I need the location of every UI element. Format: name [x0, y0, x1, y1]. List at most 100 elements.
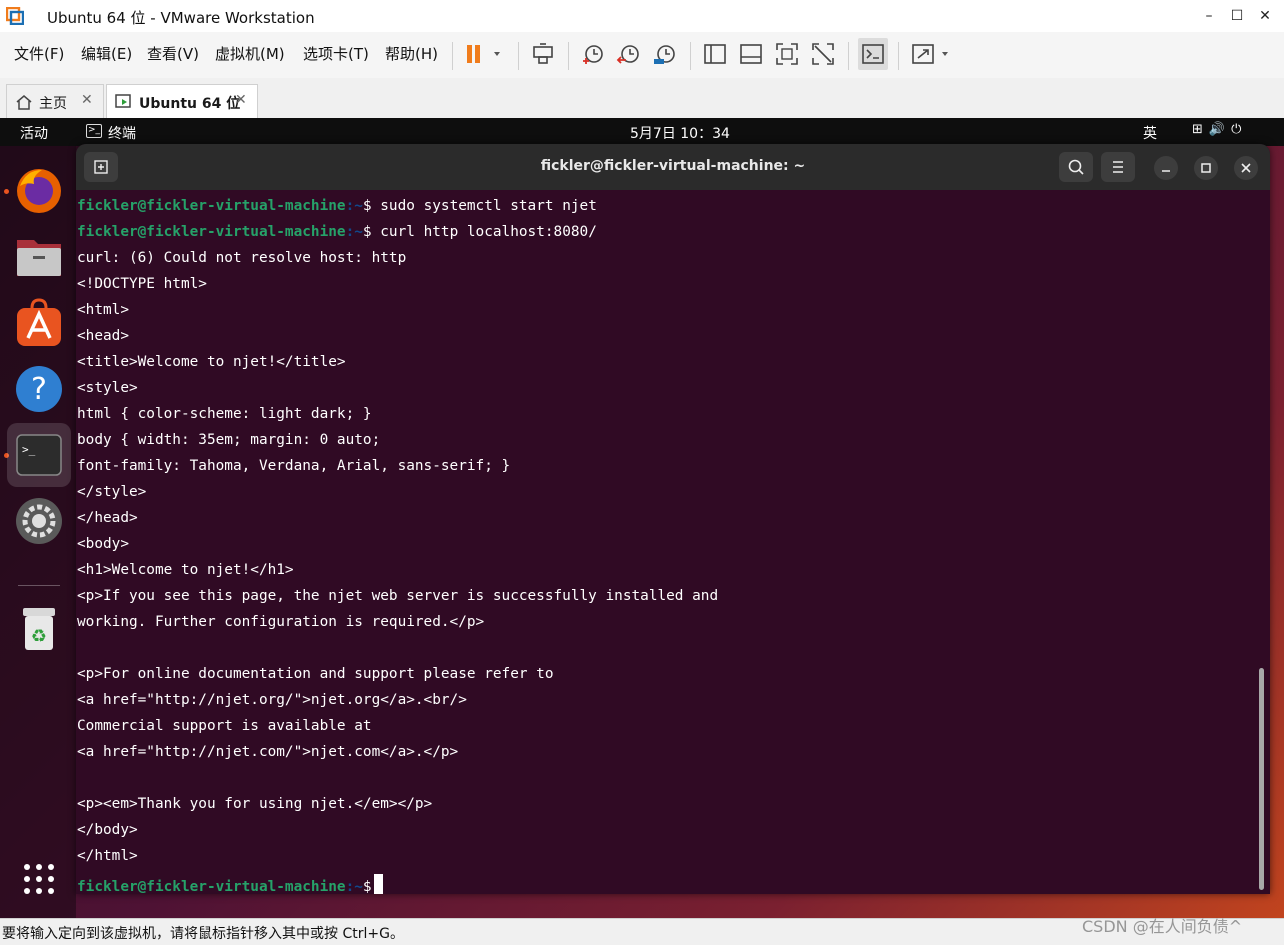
menu-edit[interactable]: 编辑(E)	[81, 43, 132, 64]
menu-vm[interactable]: 虚拟机(M)	[215, 43, 285, 64]
settings-icon[interactable]	[12, 494, 66, 548]
terminal-window[interactable]: fickler@fickler-virtual-machine: ~ fickl…	[76, 144, 1270, 894]
firefox-icon[interactable]	[12, 164, 66, 218]
tab-home-close-icon[interactable]: ✕	[81, 92, 93, 108]
prompt-path: :~	[345, 224, 363, 240]
vmware-logo-icon	[5, 6, 25, 26]
toolbar-divider	[452, 42, 453, 70]
command-text: curl http localhost:8080/	[371, 224, 597, 240]
prompt-path: :~	[345, 198, 363, 214]
dock-separator	[18, 585, 60, 586]
svg-text:>_: >_	[22, 443, 36, 456]
command-text: sudo systemctl start njet	[371, 198, 597, 214]
status-message: 要将输入定向到该虚拟机，请将鼠标指针移入其中或按 Ctrl+G。	[2, 926, 404, 942]
guest-display[interactable]: 活动 >_ 终端 5月7日 10：34 英 ⊞🔊⏻ ? >_ ♻ fickler…	[0, 118, 1284, 918]
output-line: </head>	[77, 510, 138, 526]
prompt-symbol: $	[362, 198, 372, 214]
active-app-label[interactable]: 终端	[108, 123, 136, 143]
show-library-icon[interactable]	[702, 41, 728, 67]
gnome-top-bar: 活动 >_ 终端 5月7日 10：34 英 ⊞🔊⏻	[0, 118, 1284, 146]
files-icon[interactable]	[12, 230, 66, 284]
prompt-user-host: fickler@fickler-virtual-machine	[77, 879, 346, 894]
output-line: <p>If you see this page, the njet web se…	[77, 588, 719, 604]
help-icon[interactable]: ?	[12, 362, 66, 416]
terminal-maximize-icon[interactable]	[1194, 156, 1218, 180]
clock[interactable]: 5月7日 10：34	[630, 123, 730, 143]
tab-ubuntu-label: Ubuntu 64 位	[139, 96, 241, 112]
output-line: <p><em>Thank you for using njet.</em></p…	[77, 796, 433, 812]
toolbar-divider	[690, 42, 691, 70]
output-line: <title>Welcome to njet!</title>	[77, 354, 346, 370]
toolbar-divider	[848, 42, 849, 70]
snapshot-manager-icon[interactable]	[652, 41, 678, 67]
output-line: <a href="http://njet.com/">njet.com</a>.…	[77, 744, 459, 760]
terminal-output[interactable]: fickler@fickler-virtual-machine:~$ sudo …	[77, 194, 1257, 894]
prompt-symbol: $	[362, 224, 372, 240]
output-line: <h1>Welcome to njet!</h1>	[77, 562, 294, 578]
output-line: body { width: 35em; margin: 0 auto;	[77, 432, 381, 448]
console-view-icon[interactable]	[858, 38, 888, 70]
output-line: </html>	[77, 848, 138, 864]
terminal-scrollbar[interactable]	[1259, 668, 1264, 890]
toolbar-divider	[898, 42, 899, 70]
output-line: <head>	[77, 328, 129, 344]
search-icon[interactable]	[1059, 152, 1093, 182]
hamburger-menu-icon[interactable]	[1101, 152, 1135, 182]
output-line: Commercial support is available at	[77, 718, 372, 734]
tab-home[interactable]: 主页 ✕	[6, 84, 104, 119]
output-line: html { color-scheme: light dark; }	[77, 406, 372, 422]
menu-tabs[interactable]: 选项卡(T)	[303, 43, 369, 64]
terminal-close-icon[interactable]	[1234, 156, 1258, 180]
terminal-dock-icon[interactable]: >_	[7, 423, 71, 487]
output-line: curl: (6) Could not resolve host: http	[77, 250, 407, 266]
current-prompt-line[interactable]: fickler@fickler-virtual-machine:~$	[77, 874, 383, 894]
output-line: </body>	[77, 822, 138, 838]
stretch-guest-icon[interactable]	[910, 41, 954, 67]
prompt-user-host: fickler@fickler-virtual-machine	[77, 224, 346, 240]
prompt-user-host: fickler@fickler-virtual-machine	[77, 198, 346, 214]
output-line: <body>	[77, 536, 129, 552]
show-applications-icon[interactable]	[22, 862, 56, 896]
menu-file[interactable]: 文件(F)	[14, 43, 64, 64]
app-center-icon[interactable]	[12, 296, 66, 350]
tab-home-label: 主页	[39, 96, 67, 112]
output-line: <p>For online documentation and support …	[77, 666, 554, 682]
terminal-app-icon: >_	[86, 124, 102, 138]
terminal-minimize-icon[interactable]	[1154, 156, 1178, 180]
snapshot-icon[interactable]	[580, 41, 606, 67]
ubuntu-dock: ? >_ ♻	[0, 146, 76, 918]
window-title: Ubuntu 64 位 - VMware Workstation	[47, 9, 315, 27]
system-status-icons[interactable]: ⊞🔊⏻	[1192, 122, 1247, 137]
trash-icon[interactable]: ♻	[12, 602, 66, 656]
send-ctrl-alt-del-icon[interactable]	[530, 41, 556, 67]
revert-snapshot-icon[interactable]	[616, 41, 642, 67]
running-indicator	[4, 189, 9, 194]
output-line: <!DOCTYPE html>	[77, 276, 207, 292]
pause-icon[interactable]	[464, 41, 504, 67]
toolbar-divider	[568, 42, 569, 70]
home-icon	[15, 93, 33, 111]
close-button[interactable]: ✕	[1248, 2, 1282, 30]
status-bar: 要将输入定向到该虚拟机，请将鼠标指针移入其中或按 Ctrl+G。 CSDN @在…	[0, 917, 1284, 945]
terminal-header-bar: fickler@fickler-virtual-machine: ~	[76, 144, 1270, 190]
input-method-indicator[interactable]: 英	[1143, 123, 1157, 143]
tab-ubuntu[interactable]: Ubuntu 64 位 ✕	[106, 84, 258, 119]
output-line: <a href="http://njet.org/">njet.org</a>.…	[77, 692, 467, 708]
tab-ubuntu-close-icon[interactable]: ✕	[235, 92, 247, 108]
svg-text:?: ?	[31, 372, 47, 407]
command-line: fickler@fickler-virtual-machine:~$ sudo …	[77, 198, 597, 214]
menu-help[interactable]: 帮助(H)	[385, 43, 438, 64]
watermark: CSDN @在人间负债^	[1082, 917, 1243, 936]
menu-view[interactable]: 查看(V)	[147, 43, 199, 64]
svg-text:♻: ♻	[31, 626, 47, 647]
output-line: working. Further configuration is requir…	[77, 614, 485, 630]
activities-button[interactable]: 活动	[20, 123, 48, 143]
output-line: <html>	[77, 302, 129, 318]
prompt-path: :~	[345, 879, 363, 894]
window-title-bar: Ubuntu 64 位 - VMware Workstation – ☐ ✕	[0, 0, 1284, 33]
full-screen-icon[interactable]	[774, 41, 800, 67]
output-line: <style>	[77, 380, 138, 396]
unity-mode-icon[interactable]	[810, 41, 836, 67]
command-line: fickler@fickler-virtual-machine:~$ curl …	[77, 224, 597, 240]
thumbnail-bar-icon[interactable]	[738, 41, 764, 67]
